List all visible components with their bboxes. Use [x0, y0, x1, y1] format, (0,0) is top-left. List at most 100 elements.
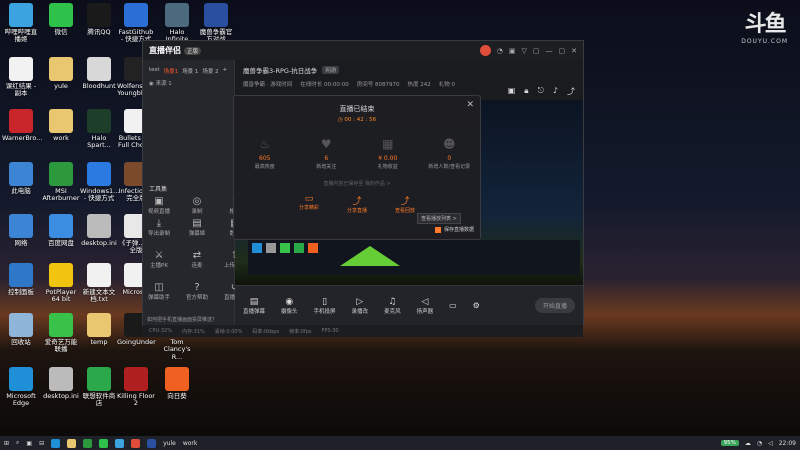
camera-icon: ◉ [285, 296, 294, 307]
share-highlight-button[interactable]: ▭ 分享精彩 [299, 194, 319, 214]
lock-icon[interactable]: 🔒︎ [524, 86, 528, 97]
desktop-icon[interactable]: 课红结果 - 副本 [2, 57, 40, 98]
tool-pk[interactable]: ⚔ 主播PK [147, 250, 171, 269]
task-view-icon[interactable]: ▣ [26, 440, 32, 447]
avatar[interactable] [479, 45, 491, 56]
speaker-button[interactable]: ◁ 扬声器 [417, 297, 434, 315]
link-icon[interactable]: ⤴ [567, 86, 575, 97]
desktop-icon[interactable]: 哔哩哔哩直播姬 [2, 3, 40, 44]
bili-taskbar-icon[interactable] [115, 438, 125, 448]
room-stat-2: 热度 242 [407, 82, 431, 88]
taskbar-item-work[interactable]: work [183, 440, 198, 447]
desktop-icon[interactable]: 百度网盘 [42, 214, 80, 247]
mic-button[interactable]: ♫ 麦克风 [384, 297, 401, 315]
desktop-icon[interactable]: Halo Spart... [80, 109, 118, 150]
clock[interactable]: 22:09 [779, 440, 796, 447]
desktop-icon[interactable]: 向日葵 [158, 367, 196, 400]
desktop-icon[interactable]: temp [80, 313, 118, 346]
explorer-taskbar-icon[interactable] [67, 438, 77, 448]
desktop-icon[interactable]: 此电脑 [2, 162, 40, 195]
tool-export[interactable]: ⤓ 导出录制 [147, 218, 171, 237]
add-scene-button[interactable]: + [223, 67, 228, 75]
saved-note[interactable]: 直播内容已保存至 我的作品 > [234, 180, 480, 187]
desktop-icon[interactable]: 联想软件商店 [80, 367, 118, 408]
desktop-icon[interactable]: WarnerBro... [2, 109, 42, 142]
desktop-icon[interactable]: desktop.ini [80, 214, 118, 247]
eye-icon[interactable]: ◉ [149, 81, 154, 87]
room-title[interactable]: 魔兽争霸3-RPG-抗日战争 [243, 65, 317, 75]
desktop-icon[interactable]: yule [42, 57, 80, 90]
desktop-icon[interactable]: 网络 [2, 214, 40, 247]
bell-icon[interactable]: ♪ [553, 86, 558, 97]
desktop-icon[interactable]: 微信 [42, 3, 80, 36]
cloud-icon[interactable]: ☁ [745, 440, 751, 447]
desktop-icon[interactable]: 控制面板 [2, 263, 40, 296]
tool-danmu[interactable]: ▤ 弹幕姬 [185, 218, 209, 237]
start-icon[interactable]: ⊞ [4, 440, 9, 447]
desktop-icon[interactable]: MSI Afterburner [42, 162, 80, 203]
edge-taskbar-icon[interactable] [51, 438, 61, 448]
close-button[interactable]: ✕ [571, 47, 577, 55]
room-category[interactable]: 魔兽争霸 · 游戏时间 [243, 80, 292, 88]
window-control-1[interactable]: ▣ [509, 47, 516, 55]
desktop-icon[interactable]: 回收站 [2, 313, 40, 346]
maximize-button[interactable]: ▢ [559, 47, 566, 55]
share-live-button[interactable]: ⤴ 分享直播 [347, 194, 367, 214]
tool-record[interactable]: ◎ 录制 [185, 196, 209, 215]
live-taskbar-icon[interactable] [131, 438, 141, 448]
desktop-icon[interactable]: 爱奇艺万能联播 [42, 313, 80, 354]
stat-viewers[interactable]: ☻ 0 新增人数/查看记录 [424, 137, 474, 170]
network-icon[interactable]: ◔ [757, 440, 762, 447]
room-badge: 网游 [322, 66, 340, 74]
desktop-icon[interactable]: Microsoft Edge [2, 367, 40, 408]
desktop-icon[interactable]: PotPlayer 64 bit [42, 263, 80, 304]
desktop-icon[interactable]: Bloodhunt [80, 57, 118, 90]
desktop-icon[interactable]: 新建文本文档.txt [80, 263, 118, 304]
tab-scene-2[interactable]: 场景 1 [182, 67, 198, 75]
screen-icon[interactable]: ▣ [508, 86, 516, 97]
desktop-icon[interactable]: 魔兽争霸官方对战 [197, 3, 235, 44]
desktop-icon[interactable]: work [42, 109, 80, 142]
widgets-icon[interactable]: ⊟ [39, 440, 44, 447]
tab-scene-0[interactable]: test [149, 67, 160, 75]
record-button[interactable]: ▷ 录播改 [352, 297, 369, 315]
status-bar: CPU:32% 内存:31% 丢帧:0.00% 码率:0kbps 帧率:0fps… [143, 325, 583, 337]
view-replay-button[interactable]: ⤴ 查看回放 [395, 194, 415, 214]
desktop-icon[interactable]: FastGithub - 快捷方式 [117, 3, 155, 44]
start-live-button[interactable]: 开始直播 [534, 298, 575, 313]
desktop-icon[interactable]: Killing Floor 2 [117, 367, 155, 408]
desktop-icon[interactable]: desktop.ini [42, 367, 80, 400]
camera-button[interactable]: ◉ 摄像头 [281, 297, 298, 315]
danmu-button[interactable]: ▤ 直播弹幕 [243, 297, 265, 315]
window-control-3[interactable]: ▢ [533, 47, 540, 55]
window-control-2[interactable]: ▽ [521, 47, 526, 55]
close-icon[interactable]: ✕ [466, 100, 474, 110]
save-data-checkbox[interactable]: 保存直播数据 [434, 226, 474, 233]
desktop-icon[interactable]: 腾讯QQ [80, 3, 118, 36]
settings-icon[interactable]: ⚙ [473, 301, 480, 310]
tab-scene-1[interactable]: 场景1 [164, 67, 179, 75]
game-taskbar-icon[interactable] [147, 438, 157, 448]
taskbar-item-yule[interactable]: yule [163, 440, 176, 447]
share-icon[interactable]: ⎋ [538, 86, 544, 97]
volume-icon[interactable]: ◁ [768, 440, 773, 447]
xbox-taskbar-icon[interactable] [83, 438, 93, 448]
phone-cast-button[interactable]: ▯ 手机投屏 [314, 297, 336, 315]
tool-danmu-helper[interactable]: ◫ 弹幕助手 [147, 282, 171, 301]
tool-help[interactable]: ? 官方帮助 [185, 282, 209, 301]
tab-scene-3[interactable]: 场景 2 [202, 67, 218, 75]
tool-mic-link[interactable]: ⇄ 连麦 [185, 250, 209, 269]
desktop-icon[interactable]: Windows1... - 快捷方式 [80, 162, 119, 203]
desktop-icon[interactable]: Halo Infinite [158, 3, 196, 44]
app-icon [49, 367, 73, 391]
link-icon: ⇄ [192, 250, 202, 261]
window-control-0[interactable]: ◔ [497, 47, 503, 55]
battery-badge[interactable]: 95% [720, 440, 739, 446]
minimize-button[interactable]: — [546, 47, 553, 55]
wechat-taskbar-icon[interactable] [99, 438, 109, 448]
cam-icon[interactable]: ▭ [449, 301, 457, 310]
source-item[interactable]: ◉ 来源 1 [143, 79, 234, 87]
tip-text[interactable]: 如何把手机直播画面投屏推送？ [147, 316, 217, 323]
tool-video-live[interactable]: ▣ 视频直播 [147, 196, 171, 215]
search-icon[interactable]: ⌕ [16, 439, 19, 447]
